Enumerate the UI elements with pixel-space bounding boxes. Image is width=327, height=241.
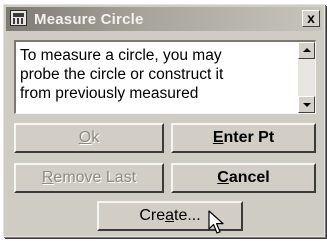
create-label-accel: a <box>165 207 174 224</box>
enter-pt-label-post: nter Pt <box>223 129 275 146</box>
cancel-label-post: ancel <box>228 169 270 186</box>
create-label-post: te... <box>174 207 201 224</box>
measure-circle-dialog: Measure Circle x To measure a circle, yo… <box>3 4 325 237</box>
enter-pt-button[interactable]: Enter Pt <box>171 123 316 153</box>
cancel-button[interactable]: Cancel <box>171 163 316 193</box>
message-textbox[interactable]: To measure a circle, you may probe the c… <box>14 40 316 114</box>
ok-label-accel: O <box>78 129 92 146</box>
message-text: To measure a circle, you may probe the c… <box>20 46 288 103</box>
close-button[interactable]: x <box>302 10 320 27</box>
window-title: Measure Circle <box>34 11 144 28</box>
message-line: from previously measured <box>20 85 199 102</box>
title-bar[interactable]: Measure Circle x <box>6 7 322 31</box>
calculator-icon-keys <box>13 18 24 24</box>
vertical-scrollbar[interactable] <box>298 42 315 113</box>
message-line: To measure a circle, you may <box>20 47 222 64</box>
scroll-down-button[interactable] <box>298 96 315 113</box>
calculator-icon-display <box>13 13 24 17</box>
calculator-icon <box>10 10 27 26</box>
remove-last-label-post: emove Last <box>53 169 137 186</box>
enter-pt-label-accel: E <box>212 129 224 146</box>
create-label-pre: Cre <box>139 207 166 224</box>
cancel-label-accel: C <box>217 169 229 186</box>
ok-button[interactable]: Ok <box>14 123 164 153</box>
remove-last-button[interactable]: Remove Last <box>14 163 164 193</box>
scroll-up-button[interactable] <box>298 42 315 59</box>
arrow-cursor-icon <box>208 210 224 234</box>
remove-last-label-accel: R <box>41 169 54 186</box>
arrow-up-icon <box>303 48 311 52</box>
ok-label-post: k <box>91 129 100 146</box>
message-line: probe the circle or construct it <box>20 66 224 83</box>
arrow-down-icon <box>303 103 311 107</box>
